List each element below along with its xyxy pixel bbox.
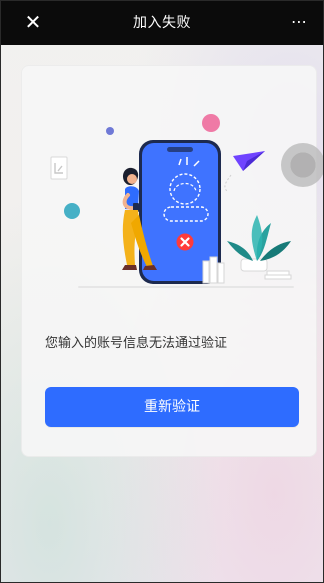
app-frame: ✕ 加入失败 ⋯ 您输入的账号信息无法通过验证 重新验证 <box>0 0 324 583</box>
failure-card: 您输入的账号信息无法通过验证 重新验证 <box>21 65 317 457</box>
page-title: 加入失败 <box>133 15 191 31</box>
verification-failed-illustration <box>50 114 294 288</box>
error-x-icon <box>176 233 194 251</box>
reverify-button[interactable]: 重新验证 <box>45 387 299 427</box>
floating-assist-button[interactable] <box>281 143 323 187</box>
notepad-icon <box>50 156 68 180</box>
decor-dot-teal <box>64 203 80 219</box>
failure-message: 您输入的账号信息无法通过验证 <box>45 336 228 351</box>
paper-plane-icon <box>224 151 265 192</box>
decor-dot-pink <box>202 114 220 132</box>
decor-dot-small <box>106 127 114 135</box>
top-bar: ✕ 加入失败 ⋯ <box>1 1 323 45</box>
more-options-icon[interactable]: ⋯ <box>287 14 311 30</box>
